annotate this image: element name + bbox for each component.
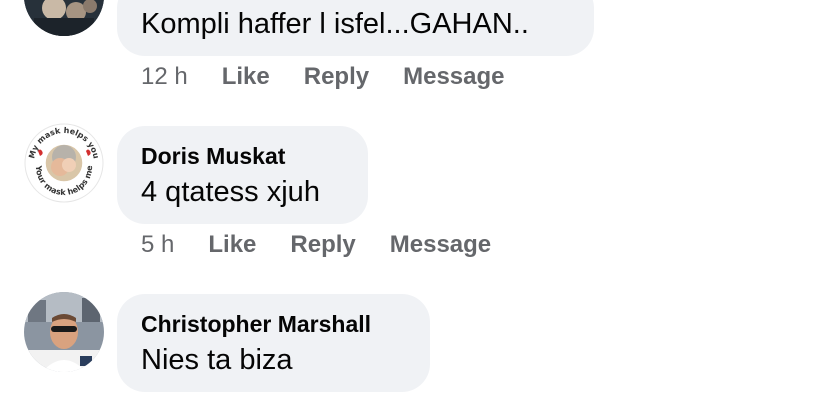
comment-author[interactable]: Doris Muskat [141, 143, 285, 170]
comment-bubble: Kompli haffer l isfel...GAHAN.. [117, 0, 594, 56]
comment-text: Kompli haffer l isfel...GAHAN.. [141, 8, 529, 40]
message-button[interactable]: Message [390, 231, 491, 259]
comment-bubble: Christopher Marshall Nies ta biza [117, 294, 430, 392]
comment-actions: 5 h Like Reply Message [141, 228, 525, 262]
comment-text: 4 qtatess xjuh [141, 176, 320, 208]
like-button[interactable]: Like [208, 231, 256, 259]
avatar[interactable]: My mask helps you Your mask helps me [24, 123, 104, 203]
comment-bubble: Doris Muskat 4 qtatess xjuh [117, 126, 368, 224]
comment-time: 12 h [141, 63, 188, 90]
like-button[interactable]: Like [222, 63, 270, 91]
message-button[interactable]: Message [403, 63, 504, 91]
comment-author[interactable]: Christopher Marshall [141, 311, 371, 338]
avatar[interactable] [24, 0, 104, 36]
reply-button[interactable]: Reply [290, 231, 355, 259]
avatar[interactable] [24, 292, 104, 372]
comment-actions: 12 h Like Reply Message [141, 60, 539, 94]
reply-button[interactable]: Reply [304, 63, 369, 91]
comment-time: 5 h [141, 231, 175, 258]
comment-text: Nies ta biza [141, 344, 293, 376]
